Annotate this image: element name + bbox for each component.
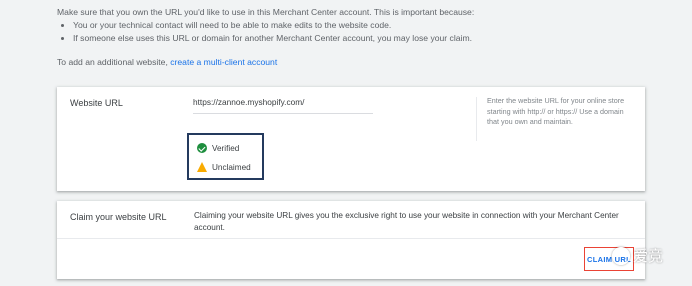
status-highlight-box: Verified Unclaimed [187, 133, 264, 180]
intro-heading: Make sure that you own the URL you'd lik… [57, 7, 475, 17]
website-url-label: Website URL [70, 98, 123, 108]
check-circle-icon [197, 143, 207, 153]
status-verified-text: Verified [212, 143, 240, 153]
status-verified: Verified [197, 143, 239, 153]
status-unclaimed: Unclaimed [197, 162, 251, 172]
multiclient-prefix: To add an additional website, [57, 57, 171, 67]
divider [476, 97, 477, 141]
intro-bullet: You or your technical contact will need … [73, 19, 474, 32]
watermark-logo-icon [612, 246, 630, 265]
status-unclaimed-text: Unclaimed [212, 162, 251, 172]
watermark: 爱竞 [612, 245, 663, 266]
claim-url-description: Claiming your website URL gives you the … [194, 211, 619, 232]
intro-bullets: You or your technical contact will need … [57, 19, 474, 45]
create-multiclient-link[interactable]: create a multi-client account [170, 57, 277, 67]
website-url-card: Website URL https://zannoe.myshopify.com… [57, 87, 645, 191]
website-url-input[interactable]: https://zannoe.myshopify.com/ [193, 97, 373, 114]
watermark-text: 爱竞 [633, 248, 664, 265]
claim-url-card: Claim your website URL Claiming your web… [57, 201, 645, 279]
warning-icon [197, 162, 207, 172]
multiclient-line: To add an additional website, create a m… [57, 57, 277, 67]
website-url-help: Enter the website URL for your online st… [487, 96, 625, 126]
intro-bullet: If someone else uses this URL or domain … [73, 32, 474, 45]
divider [57, 238, 645, 239]
claim-url-label: Claim your website URL [70, 212, 167, 222]
intro-section: Make sure that you own the URL you'd lik… [57, 6, 474, 45]
